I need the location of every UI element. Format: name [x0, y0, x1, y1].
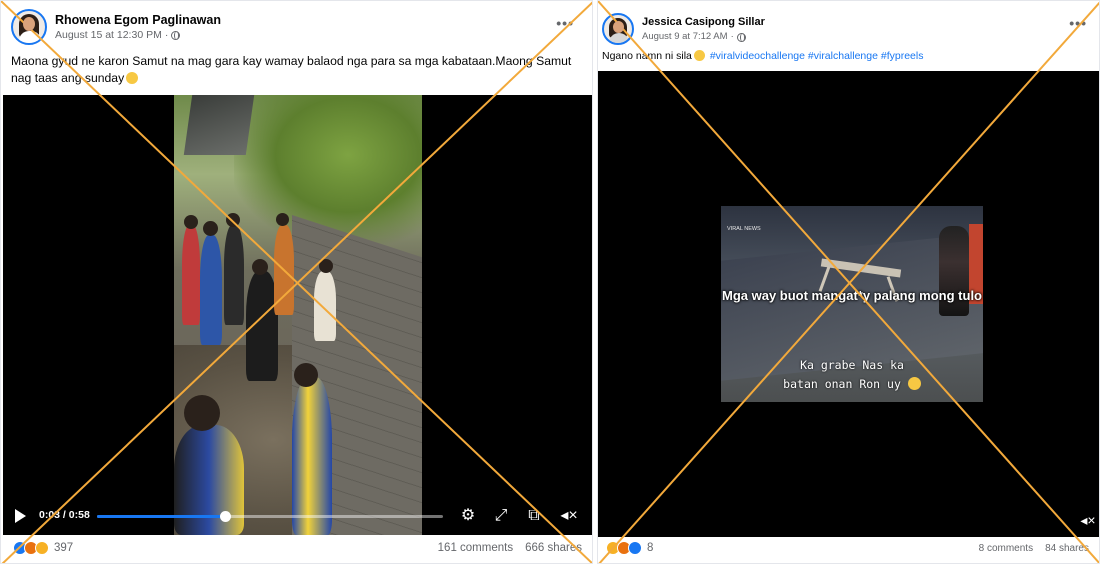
gear-icon[interactable]: ⚙: [458, 507, 478, 525]
sad-reaction-icon: [35, 541, 49, 555]
avatar[interactable]: [602, 13, 634, 45]
expand-icon[interactable]: ⤢: [491, 507, 511, 525]
post-caption: Maona gyud ne karon Samut na mag gara ka…: [11, 54, 572, 85]
more-options-icon[interactable]: •••: [1069, 15, 1087, 31]
video-overlay-subtitle: Ka grabe Nas ka batan onan Ron uy: [721, 356, 983, 394]
reaction-count: 8: [647, 542, 654, 554]
globe-icon: [736, 32, 746, 42]
like-reaction-icon: [628, 541, 642, 555]
progress-knob[interactable]: [220, 511, 232, 522]
post-date[interactable]: August 15 at 12:30 PM: [55, 28, 162, 42]
shares-count[interactable]: 666 shares: [525, 542, 582, 554]
hashtag-link[interactable]: #viralvideochallenge: [710, 50, 805, 62]
video-frame: VIRAL NEWS Mga way buot mangat*y palang …: [721, 206, 983, 402]
post-footer: 8 8 comments 84 shares: [598, 535, 1099, 563]
speaker-muted-icon[interactable]: ◂×: [559, 507, 579, 525]
sad-emoji-icon: [693, 50, 705, 61]
globe-icon: [171, 30, 181, 40]
comments-count[interactable]: 8 comments: [979, 543, 1033, 554]
post-date[interactable]: August 9 at 7:12 AM: [642, 30, 728, 44]
picture-in-picture-icon[interactable]: ⧉: [524, 507, 544, 525]
video-progress-bar[interactable]: [97, 511, 443, 522]
comments-count[interactable]: 161 comments: [438, 542, 513, 554]
author-name[interactable]: Jessica Casipong Sillar: [642, 14, 765, 30]
play-icon[interactable]: [15, 509, 26, 523]
video-frame: [174, 95, 422, 535]
video-player[interactable]: VIRAL NEWS Mga way buot mangat*y palang …: [598, 71, 1099, 537]
hashtag-link[interactable]: #fypreels: [881, 50, 924, 62]
progress-fill: [97, 515, 226, 518]
avatar[interactable]: [11, 9, 47, 45]
video-overlay-title: Mga way buot mangat*y palang mong tulo: [721, 288, 982, 303]
speaker-muted-icon[interactable]: ◂×: [1078, 511, 1098, 529]
video-player[interactable]: 0:03 / 0:58 ⚙ ⤢ ⧉ ◂×: [3, 95, 592, 535]
shares-count[interactable]: 84 shares: [1045, 543, 1089, 554]
post-footer: 397 161 comments 666 shares: [1, 535, 592, 563]
more-options-icon[interactable]: •••: [556, 15, 574, 31]
video-watermark: VIRAL NEWS: [727, 226, 761, 232]
sad-emoji-icon: [126, 72, 139, 84]
post-header: Rhowena Egom Paglinawan August 15 at 12:…: [11, 9, 221, 45]
post-header: Jessica Casipong Sillar August 9 at 7:12…: [602, 13, 765, 45]
post-card-left: Rhowena Egom Paglinawan August 15 at 12:…: [0, 0, 593, 564]
sad-emoji-icon: [907, 377, 921, 390]
reactions-summary[interactable]: 397: [13, 541, 73, 555]
author-name[interactable]: Rhowena Egom Paglinawan: [55, 12, 221, 28]
reaction-count: 397: [54, 542, 74, 554]
video-controls: 0:03 / 0:58 ⚙ ⤢ ⧉ ◂×: [3, 497, 592, 535]
post-card-right: Jessica Casipong Sillar August 9 at 7:12…: [597, 0, 1100, 564]
post-caption: Ngano namn ni sila #viralvideochallenge …: [602, 50, 924, 62]
video-time: 0:03 / 0:58: [39, 509, 90, 521]
hashtag-link[interactable]: #viralchallenge: [808, 50, 878, 62]
reactions-summary[interactable]: 8: [606, 541, 653, 555]
